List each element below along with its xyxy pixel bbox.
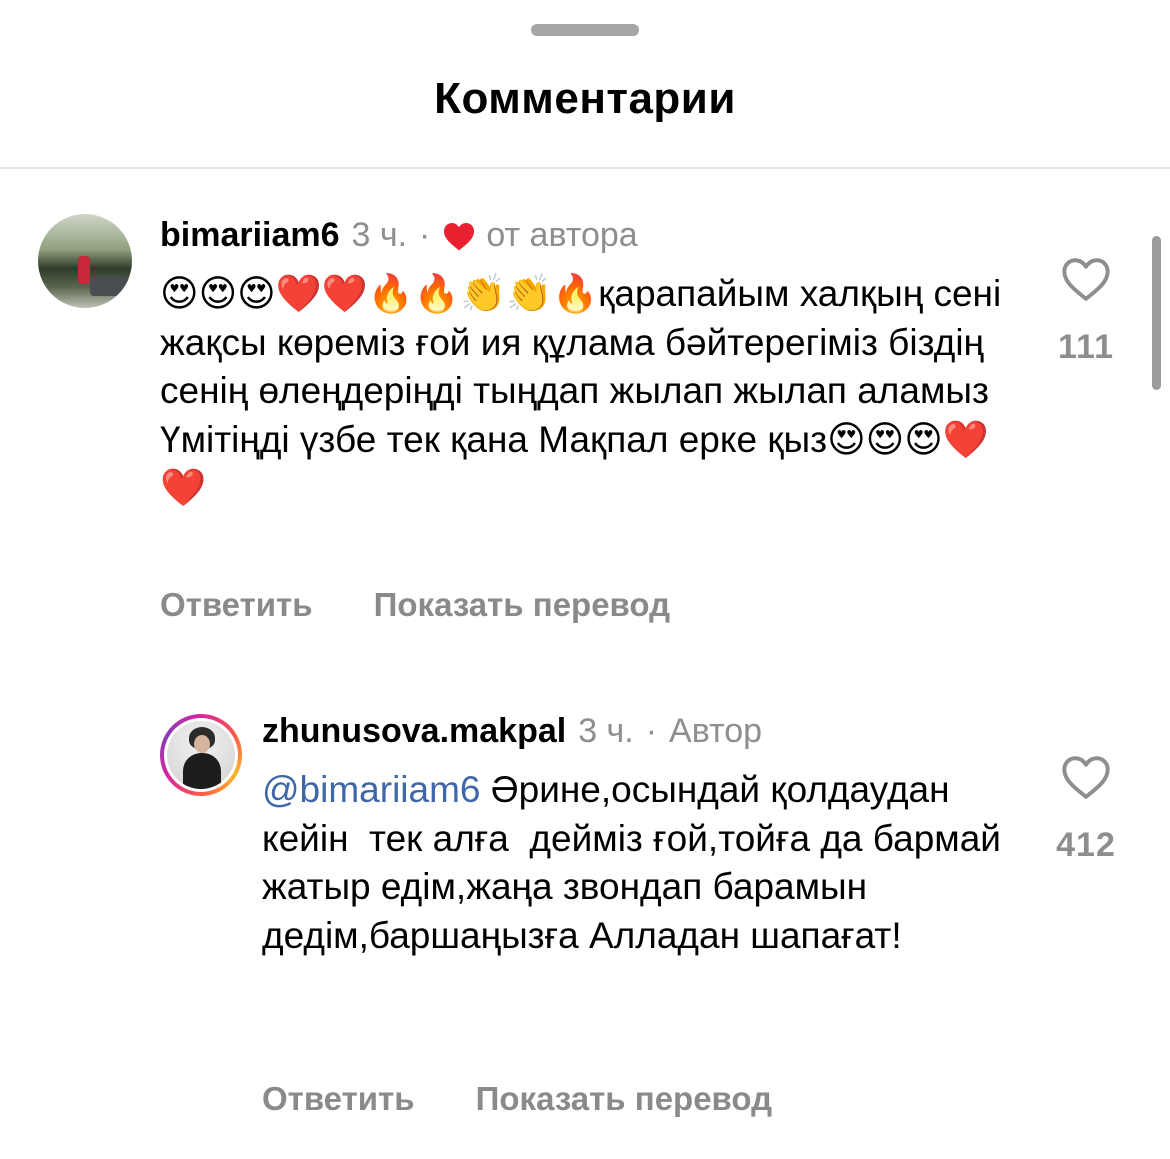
comments-sheet: Комментарии bimariiam6 3 ч. · от автора … [0,0,1170,1159]
avatar-face [194,735,210,753]
meta-separator: · [419,216,431,254]
like-control: 111 [1040,256,1132,367]
comment-meta: zhunusova.makpal 3 ч. · Автор [262,712,762,751]
show-translation-button[interactable]: Показать перевод [476,1080,772,1117]
meta-separator: · [645,712,658,750]
username-link[interactable]: zhunusova.makpal [262,712,566,751]
mention-link[interactable]: @bimariiam6 [262,769,481,810]
author-badge: Автор [669,712,763,750]
like-count: 412 [1056,826,1116,864]
avatar [167,721,235,789]
avatar-ring-gap [164,718,238,792]
comment-time: 3 ч. [578,712,634,750]
heart-outline-icon[interactable] [1061,754,1111,800]
username-link[interactable]: bimariiam6 [160,216,340,255]
header-divider [0,167,1170,169]
avatar-story-ring[interactable] [160,714,242,796]
comment-body: @bimariiam6 Әрине,осындай қолдаудан кейі… [262,766,1002,960]
like-count: 111 [1058,328,1114,366]
avatar[interactable] [38,214,132,308]
like-control: 412 [1040,754,1132,865]
avatar-figure [78,256,90,284]
comment-actions: Ответить Показать перевод [160,586,722,624]
comment-body: 😍😍😍❤️❤️🔥🔥👏👏🔥қарапайым халқың сені жақсы … [160,273,1012,508]
reply-button[interactable]: Ответить [160,586,313,623]
comment-actions: Ответить Показать перевод [262,1080,824,1118]
comment-time: 3 ч. [351,216,408,254]
comment-meta: bimariiam6 3 ч. · от автора [160,216,638,255]
scrollbar[interactable] [1152,236,1161,390]
avatar-body [183,753,221,789]
page-title: Комментарии [434,74,736,123]
show-translation-button[interactable]: Показать перевод [374,586,670,623]
avatar-car [90,276,130,296]
reply-button[interactable]: Ответить [262,1080,415,1117]
heart-icon [444,222,475,250]
heart-outline-icon[interactable] [1061,256,1111,302]
sheet-grabber[interactable] [531,24,639,36]
author-liked-badge: от автора [486,216,638,254]
